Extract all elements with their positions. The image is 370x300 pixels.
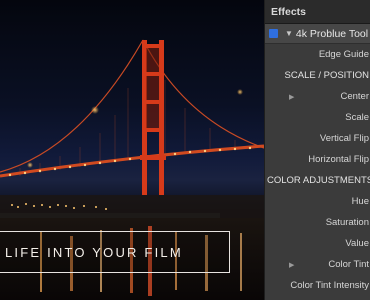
param-label: Horizontal Flip (308, 154, 369, 165)
section-color-adjustments: COLOR ADJUSTMENTS (265, 170, 370, 191)
param-edge-guide[interactable]: Edge Guide (265, 44, 370, 65)
effects-panel: Effects ▼ 4k Problue Tool Edge Guide SCA… (264, 0, 370, 300)
panel-title: Effects (271, 5, 307, 18)
disclosure-triangle-down-icon[interactable]: ▼ (285, 29, 293, 38)
section-scale-position: SCALE / POSITION (265, 65, 370, 86)
effect-name: 4k Problue Tool (295, 27, 369, 40)
param-saturation[interactable]: Saturation (265, 212, 370, 233)
param-horizontal-flip[interactable]: Horizontal Flip (265, 149, 370, 170)
param-color-tint-intensity[interactable]: Color Tint Intensity (265, 275, 370, 296)
param-label: Saturation (325, 217, 369, 228)
param-center[interactable]: ▶ Center (265, 86, 370, 107)
param-label: Color Tint (328, 259, 369, 270)
param-label: Color Tint Intensity (290, 280, 369, 291)
video-viewer[interactable]: LIFE INTO YOUR FILM (0, 0, 264, 300)
param-value[interactable]: Value (265, 233, 370, 254)
param-scale[interactable]: Scale (265, 107, 370, 128)
param-label: Value (345, 238, 369, 249)
param-vertical-flip[interactable]: Vertical Flip (265, 128, 370, 149)
param-label: Center (340, 91, 369, 102)
param-list: Edge Guide SCALE / POSITION ▶ Center Sca… (265, 44, 370, 296)
param-label: Vertical Flip (319, 133, 369, 144)
param-label: Scale (345, 112, 369, 123)
param-label: Hue (351, 196, 369, 207)
effect-row-4k-problue-tool[interactable]: ▼ 4k Problue Tool (265, 24, 370, 44)
section-label: SCALE / POSITION (284, 70, 369, 81)
section-label: COLOR ADJUSTMENTS (267, 175, 370, 186)
disclosure-triangle-right-icon[interactable]: ▶ (289, 93, 294, 101)
param-hue[interactable]: Hue (265, 191, 370, 212)
param-color-tint[interactable]: ▶ Color Tint (265, 254, 370, 275)
param-label: Edge Guide (318, 49, 369, 60)
effects-panel-header: Effects (265, 0, 370, 24)
effect-enable-checkbox[interactable] (269, 29, 278, 38)
disclosure-triangle-right-icon[interactable]: ▶ (289, 261, 294, 269)
title-overlay-box[interactable]: LIFE INTO YOUR FILM (0, 231, 230, 273)
title-overlay-text: LIFE INTO YOUR FILM (5, 244, 183, 260)
